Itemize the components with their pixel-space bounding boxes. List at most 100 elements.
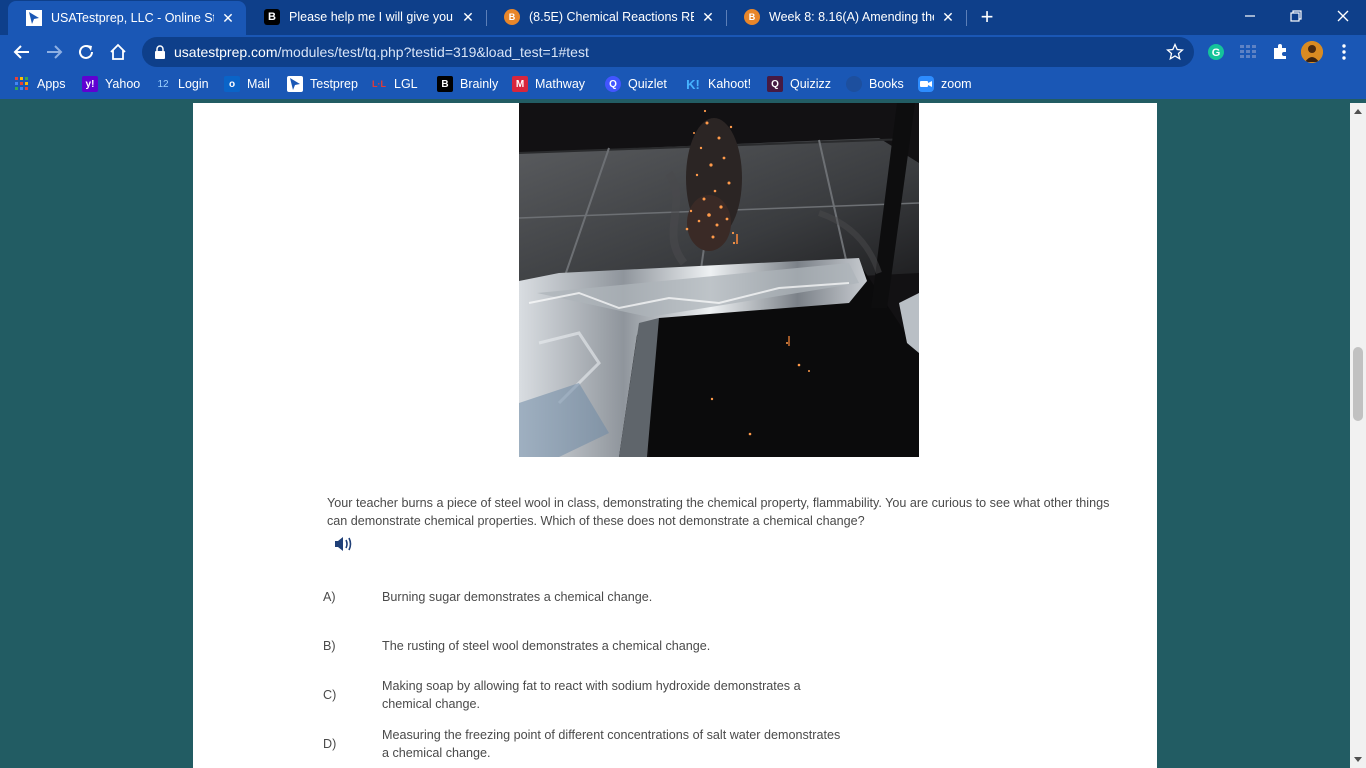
restore-icon (1290, 10, 1302, 22)
svg-text:G: G (1212, 47, 1221, 59)
choice-b-text[interactable]: The rusting of steel wool demonstrates a… (382, 637, 842, 655)
yahoo-icon: y! (82, 76, 98, 92)
profile-avatar[interactable] (1301, 41, 1323, 63)
bookmark-label: Testprep (310, 77, 358, 91)
back-button[interactable] (8, 38, 36, 66)
bookmark-login[interactable]: 12 Login (155, 75, 209, 93)
bookmark-label: Apps (37, 77, 66, 91)
brainly-icon: B (437, 76, 453, 92)
choice-d-letter[interactable]: D) (323, 737, 336, 751)
home-button[interactable] (104, 38, 132, 66)
bookmark-apps[interactable]: Apps (14, 75, 66, 93)
lgl-icon: L·L (372, 79, 386, 89)
bookmark-label: Login (178, 77, 209, 91)
read-aloud-button[interactable] (333, 534, 355, 554)
mathway-icon: M (512, 76, 528, 92)
close-tab-icon[interactable]: ✕ (700, 9, 716, 25)
quizlet-icon: Q (605, 76, 621, 92)
new-tab-button[interactable]: + (977, 6, 997, 28)
bookmark-quizizz[interactable]: Q Quizizz (767, 75, 831, 93)
speaker-icon (335, 537, 352, 551)
minimize-icon (1245, 15, 1255, 17)
bookmark-label: zoom (941, 77, 972, 91)
bookmark-brainly[interactable]: B Brainly (437, 75, 498, 93)
scroll-up-arrow-icon[interactable] (1354, 109, 1362, 114)
choice-d-text[interactable]: Measuring the freezing point of differen… (382, 726, 842, 762)
brainly-icon: B (264, 9, 280, 25)
brainly-coin-icon: B (504, 9, 520, 25)
page-viewport: Your teacher burns a piece of steel wool… (0, 103, 1350, 768)
reload-button[interactable] (72, 38, 100, 66)
choice-b-letter[interactable]: B) (323, 639, 336, 653)
choice-a-letter[interactable]: A) (323, 590, 336, 604)
home-icon (110, 43, 126, 60)
bookmark-kahoot[interactable]: K! Kahoot! (685, 75, 751, 93)
grammarly-extension[interactable]: G (1206, 42, 1226, 62)
extensions-button[interactable] (1270, 42, 1290, 62)
address-bar[interactable]: usatestprep.com/modules/test/tq.php?test… (142, 37, 1194, 67)
usatestprep-icon (26, 10, 42, 26)
scroll-down-arrow-icon[interactable] (1354, 757, 1362, 762)
bookmark-label: Mail (247, 77, 270, 91)
tab-strip: USATestprep, LLC - Online State- ✕ B Ple… (0, 0, 1366, 35)
page-scrollbar[interactable] (1350, 103, 1366, 768)
lock-icon[interactable] (154, 45, 166, 59)
tab-usatestprep[interactable]: USATestprep, LLC - Online State- ✕ (8, 1, 246, 35)
zoom-icon (918, 76, 934, 92)
mail-icon: o (224, 76, 240, 92)
browser-toolbar: usatestprep.com/modules/test/tq.php?test… (0, 35, 1366, 69)
forward-button[interactable] (40, 38, 68, 66)
bookmark-label: Quizlet (628, 77, 667, 91)
bookmarks-bar: Apps y! Yahoo 12 Login o Mail Testprep L… (0, 69, 1366, 99)
kahoot-icon: K! (686, 76, 700, 92)
bookmark-label: Quizizz (790, 77, 831, 91)
grammarly-icon: G (1208, 44, 1224, 60)
books-icon (846, 76, 862, 92)
bookmark-star-icon[interactable] (1166, 43, 1184, 61)
bookmark-yahoo[interactable]: y! Yahoo (82, 75, 140, 93)
tab-chemical-reactions[interactable]: B (8.5E) Chemical Reactions REQ ✕ (486, 0, 726, 34)
bookmark-zoom[interactable]: zoom (918, 75, 972, 93)
apps-grid-icon (14, 76, 30, 92)
bookmark-label: Brainly (460, 77, 499, 91)
question-text: Your teacher burns a piece of steel wool… (327, 496, 1110, 528)
bookmark-books[interactable]: Books (846, 75, 904, 93)
close-tab-icon[interactable]: ✕ (460, 9, 476, 25)
extension-grid-icon (1240, 45, 1256, 58)
scrollbar-thumb[interactable] (1353, 347, 1363, 421)
back-arrow-icon (13, 45, 29, 59)
bookmark-label: LGL (394, 77, 418, 91)
tab-title: USATestprep, LLC - Online State- (51, 11, 214, 25)
close-tab-icon[interactable]: ✕ (220, 10, 236, 26)
bookmark-label: Kahoot! (708, 77, 752, 91)
choice-a-text[interactable]: Burning sugar demonstrates a chemical ch… (382, 588, 842, 606)
avatar-icon (1301, 41, 1323, 63)
bookmark-lgl[interactable]: L·L LGL (371, 75, 418, 93)
restore-button[interactable] (1273, 0, 1319, 32)
url-text[interactable]: usatestprep.com/modules/test/tq.php?test… (174, 44, 589, 60)
close-window-button[interactable] (1320, 0, 1366, 32)
browser-menu-button[interactable] (1334, 42, 1354, 62)
tab-title: (8.5E) Chemical Reactions REQ (529, 10, 694, 24)
close-tab-icon[interactable]: ✕ (940, 9, 956, 25)
bookmark-label: Yahoo (105, 77, 141, 91)
choice-c-letter[interactable]: C) (323, 688, 336, 702)
choice-c-text[interactable]: Making soap by allowing fat to react wit… (382, 677, 842, 713)
quizizz-icon: Q (767, 76, 783, 92)
url-host: usatestprep.com (174, 44, 278, 60)
bookmark-mathway[interactable]: M Mathway (512, 75, 585, 93)
bookmark-quizlet[interactable]: Q Quizlet (605, 75, 667, 93)
tab-week-8[interactable]: B Week 8: 8.16(A) Amending the Co ✕ (726, 0, 966, 34)
tab-title: Please help me I will give you the (289, 10, 454, 24)
puzzle-piece-icon (1274, 44, 1286, 59)
kebab-menu-icon (1342, 44, 1346, 60)
bookmark-mail[interactable]: o Mail (224, 75, 270, 93)
bookmark-testprep[interactable]: Testprep (287, 75, 358, 93)
minimize-button[interactable] (1227, 0, 1273, 32)
brainly-coin-icon: B (744, 9, 760, 25)
bookmark-label: Mathway (535, 77, 586, 91)
extension-grid[interactable] (1238, 42, 1258, 62)
testprep-icon (287, 76, 303, 92)
tab-brainly-question[interactable]: B Please help me I will give you the ✕ (246, 0, 486, 34)
login-icon: 12 (157, 78, 169, 90)
